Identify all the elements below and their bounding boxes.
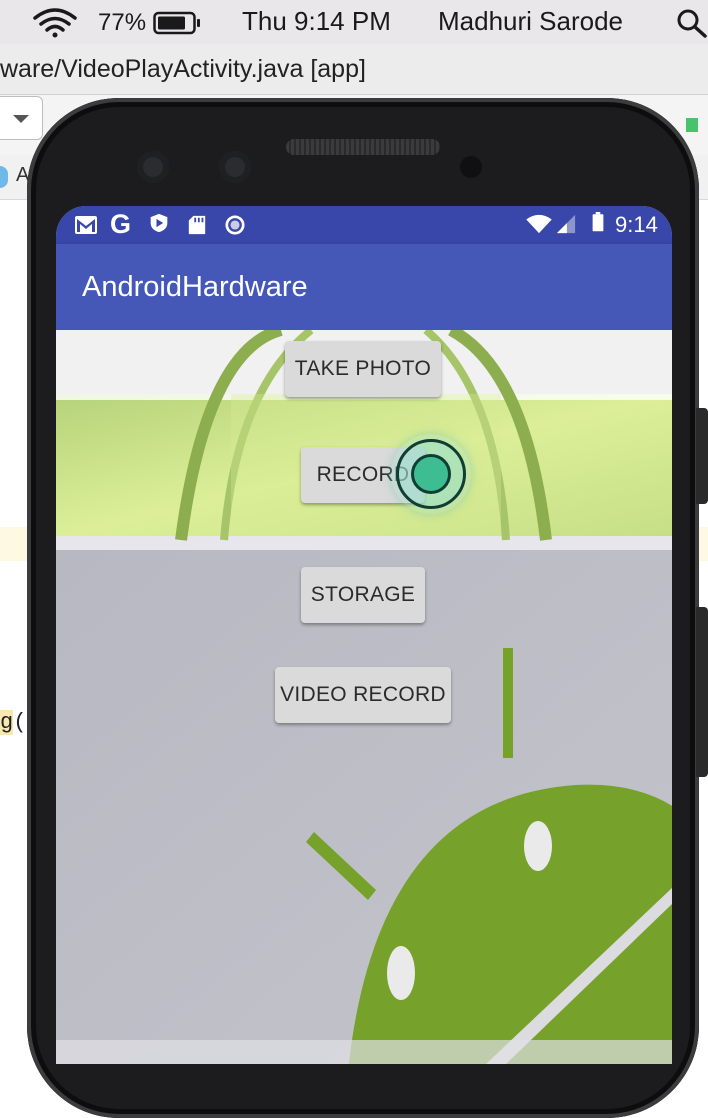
volume-button[interactable]	[696, 408, 708, 504]
mac-menubar: 77% Thu 9:14 PM Madhuri Sarode	[0, 0, 708, 44]
menubar-clock[interactable]: Thu 9:14 PM	[242, 6, 391, 37]
app-toolbar: AndroidHardware	[56, 244, 672, 330]
chevron-down-icon	[13, 115, 29, 123]
ide-window-title: ware/VideoPlayActivity.java [app]	[0, 44, 708, 95]
record-circle-icon	[225, 215, 245, 235]
code-rest: (	[13, 710, 27, 735]
android-status-bar: G 9:14	[56, 206, 672, 244]
earpiece-speaker	[286, 139, 440, 155]
activity-content: TAKE PHOTO RECORD STORAGE VIDEO RECORD	[56, 330, 672, 1064]
wifi-icon[interactable]	[32, 8, 78, 38]
google-icon: G	[110, 209, 132, 239]
menubar-user[interactable]: Madhuri Sarode	[438, 6, 623, 37]
battery-icon	[592, 212, 604, 232]
spotlight-search-icon[interactable]	[676, 8, 708, 38]
front-camera-icon	[137, 151, 169, 183]
battery-percent: 77%	[98, 9, 147, 36]
front-camera-icon	[219, 151, 251, 183]
app-title: AndroidHardware	[82, 271, 308, 303]
code-highlight: g	[0, 710, 14, 735]
run-indicator-icon	[686, 118, 698, 132]
status-bar-time: 9:14	[615, 212, 658, 237]
video-record-button[interactable]: VIDEO RECORD	[275, 667, 451, 723]
take-photo-button[interactable]: TAKE PHOTO	[285, 341, 441, 397]
phone-screen: G 9:14 AndroidHardware TAKE PHOTO RECORD…	[56, 206, 672, 1064]
power-button[interactable]	[696, 607, 708, 777]
battery-icon[interactable]	[153, 10, 203, 36]
touch-ring	[396, 439, 466, 509]
touch-indicator	[391, 434, 471, 514]
storage-button[interactable]: STORAGE	[301, 567, 425, 623]
ide-config-dropdown[interactable]	[0, 96, 43, 140]
touch-dot	[411, 454, 451, 494]
wifi-icon	[526, 214, 552, 234]
cellular-signal-icon	[556, 214, 576, 234]
play-protect-icon	[150, 213, 168, 233]
sd-card-icon	[188, 215, 206, 235]
proximity-sensor	[460, 156, 482, 178]
gmail-icon	[75, 216, 97, 234]
ide-code-fragment: g(	[0, 710, 26, 735]
